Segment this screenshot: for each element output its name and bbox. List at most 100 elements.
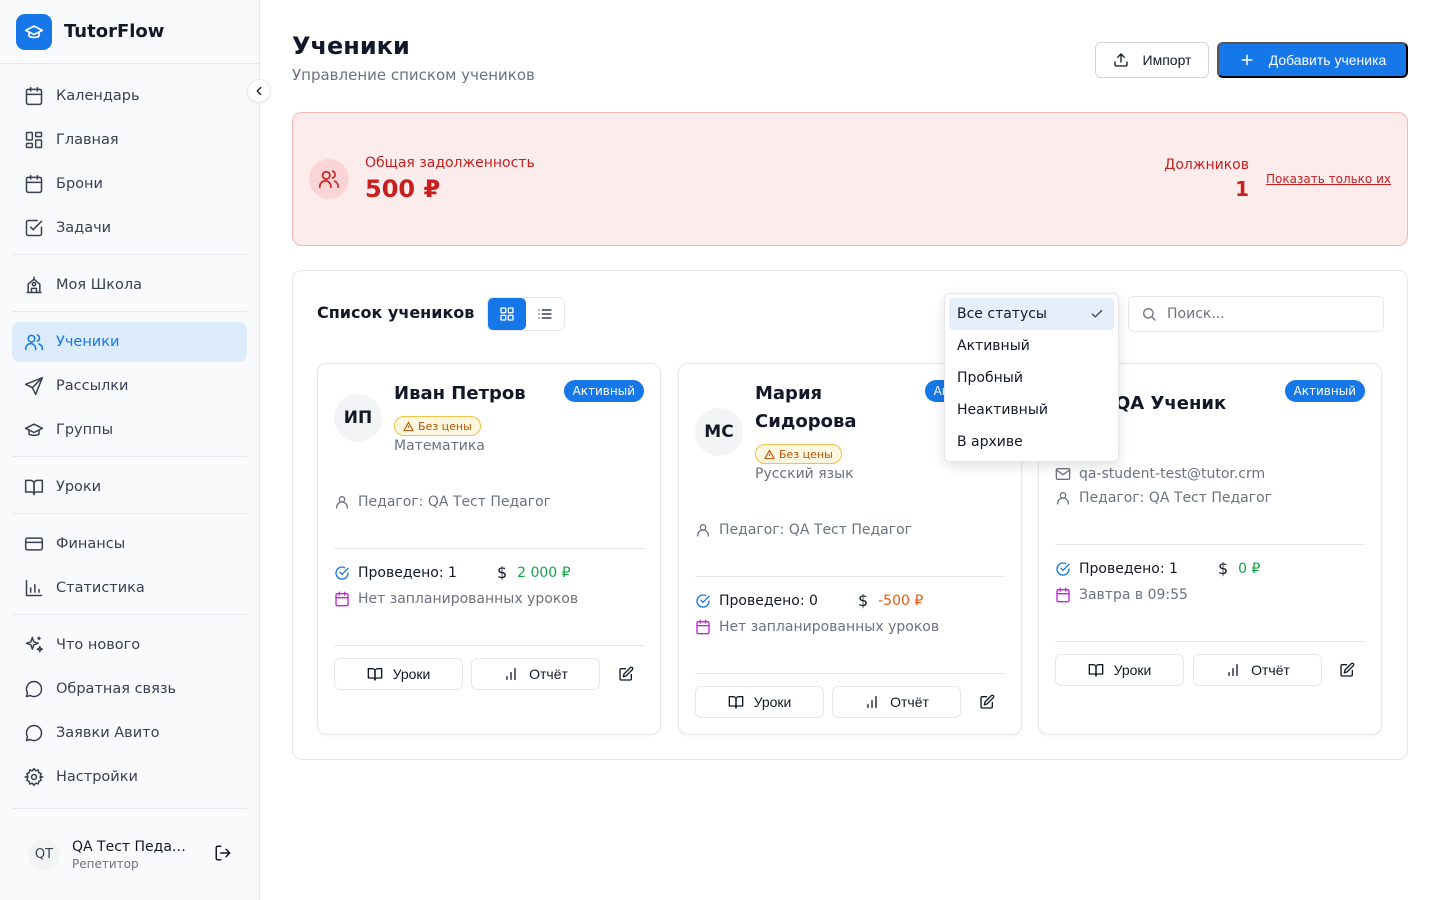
nav-group: Ученики Рассылки Группы bbox=[12, 312, 247, 457]
sidebar-item-label: Рассылки bbox=[56, 378, 129, 394]
book-icon bbox=[1088, 664, 1103, 677]
sidebar-item-settings[interactable]: Настройки bbox=[12, 757, 247, 797]
sidebar-item-label: Статистика bbox=[56, 580, 145, 596]
sidebar-item-feedback[interactable]: Обратная связь bbox=[12, 669, 247, 709]
sidebar-item-finance[interactable]: Финансы bbox=[12, 524, 247, 564]
student-name[interactable]: Мария Сидорова bbox=[755, 380, 915, 436]
add-student-label: Добавить ученика bbox=[1268, 52, 1387, 68]
sidebar-item-home[interactable]: Главная bbox=[12, 120, 247, 160]
teacher-row: Педагог: QA Тест Педагог bbox=[334, 494, 551, 510]
calendar-icon bbox=[1056, 587, 1070, 603]
report-button[interactable]: Отчёт bbox=[471, 658, 600, 690]
status-option-inactive[interactable]: Неактивный bbox=[949, 394, 1114, 426]
bar-chart-icon bbox=[506, 668, 516, 680]
users-icon bbox=[24, 334, 44, 351]
list-title: Список учеников bbox=[317, 303, 475, 322]
sidebar-item-calendar[interactable]: Календарь bbox=[12, 76, 247, 116]
page-subtitle: Управление списком учеников bbox=[292, 66, 535, 84]
lessons-button[interactable]: Уроки bbox=[695, 686, 824, 718]
next-lesson: Нет запланированных уроков bbox=[358, 591, 579, 607]
search-box bbox=[1128, 296, 1384, 332]
status-option-all[interactable]: Все статусы bbox=[949, 298, 1114, 330]
edit-icon[interactable] bbox=[616, 664, 636, 684]
send-icon bbox=[24, 376, 44, 396]
sidebar-item-label: Заявки Авито bbox=[56, 725, 160, 741]
list-icon bbox=[538, 309, 552, 319]
lessons-button[interactable]: Уроки bbox=[1055, 654, 1184, 686]
sidebar-item-label: Ученики bbox=[56, 334, 120, 350]
option-label: В архиве bbox=[957, 434, 1023, 450]
avatar: МС bbox=[695, 408, 743, 456]
user-profile[interactable]: QT QA Тест Педагог Репетитор bbox=[12, 808, 247, 900]
user-info: QA Тест Педагог Репетитор bbox=[72, 839, 192, 871]
dollar-icon: $ bbox=[1217, 559, 1229, 578]
next-lesson: Нет запланированных уроков bbox=[719, 619, 940, 635]
show-debtors-only-link[interactable]: Показать только их bbox=[1266, 172, 1391, 186]
book-icon bbox=[728, 696, 743, 709]
page-title: Ученики bbox=[292, 32, 410, 60]
add-student-button[interactable]: Добавить ученика bbox=[1217, 42, 1408, 78]
credit-card-icon bbox=[24, 537, 44, 551]
no-price-label: Без цены bbox=[779, 447, 833, 461]
import-button[interactable]: Импорт bbox=[1095, 42, 1209, 78]
status-option-trial[interactable]: Пробный bbox=[949, 362, 1114, 394]
bar-chart-icon bbox=[867, 696, 877, 708]
graduation-cap-icon bbox=[16, 13, 52, 50]
calendar-icon bbox=[696, 619, 710, 635]
next-lesson-row: Завтра в 09:55 bbox=[1055, 587, 1188, 603]
bar-chart-icon bbox=[1228, 664, 1238, 676]
student-name[interactable]: QA Ученик bbox=[1115, 390, 1226, 418]
lessons-button[interactable]: Уроки bbox=[334, 658, 463, 690]
divider bbox=[1055, 544, 1365, 545]
status-badge: Активный bbox=[563, 380, 644, 402]
grid-icon bbox=[500, 307, 514, 321]
sidebar-item-tasks[interactable]: Задачи bbox=[12, 208, 247, 248]
sidebar-item-students[interactable]: Ученики bbox=[12, 322, 247, 362]
status-option-active[interactable]: Активный bbox=[949, 330, 1114, 362]
sidebar-item-label: Моя Школа bbox=[56, 277, 143, 293]
conducted-count: Проведено: 1 bbox=[1079, 560, 1178, 577]
warning-icon bbox=[764, 449, 775, 459]
search-input[interactable] bbox=[1167, 306, 1367, 322]
no-price-badge: Без цены bbox=[394, 416, 481, 436]
sidebar-item-mailings[interactable]: Рассылки bbox=[12, 366, 247, 406]
chevron-left-icon bbox=[256, 86, 262, 96]
sidebar-item-school[interactable]: Моя Школа bbox=[12, 265, 247, 305]
edit-icon[interactable] bbox=[977, 692, 997, 712]
edit-icon[interactable] bbox=[1337, 660, 1357, 680]
dashboard-icon bbox=[25, 131, 43, 149]
import-label: Импорт bbox=[1142, 52, 1192, 68]
sidebar-item-label: Уроки bbox=[56, 479, 102, 495]
report-label: Отчёт bbox=[529, 666, 568, 682]
balance: $ -500 ₽ bbox=[858, 591, 923, 610]
sidebar-collapse-button[interactable] bbox=[247, 79, 271, 103]
nav-group: Календарь Главная Брони Задачи bbox=[12, 64, 247, 255]
grid-view-button[interactable] bbox=[488, 298, 526, 330]
list-view-button[interactable] bbox=[526, 298, 564, 330]
divider bbox=[1055, 641, 1365, 642]
sidebar-item-groups[interactable]: Группы bbox=[12, 410, 247, 450]
lesson-stats: Проведено: 0 $ -500 ₽ bbox=[695, 591, 923, 610]
report-button[interactable]: Отчёт bbox=[1193, 654, 1322, 686]
sidebar-item-label: Настройки bbox=[56, 769, 138, 785]
status-badge: Активный bbox=[1284, 380, 1365, 402]
sidebar-item-lessons[interactable]: Уроки bbox=[12, 467, 247, 507]
sidebar-item-avito-requests[interactable]: Заявки Авито bbox=[12, 713, 247, 753]
email-row: qa-student-test@tutor.crm bbox=[1055, 466, 1265, 482]
status-option-archived[interactable]: В архиве bbox=[949, 426, 1114, 458]
brand[interactable]: TutorFlow bbox=[0, 0, 259, 64]
teacher-name: Педагог: QA Тест Педагог bbox=[1079, 490, 1273, 506]
sidebar: TutorFlow Календарь Главная Брони Задачи bbox=[0, 0, 260, 900]
sidebar-item-whats-new[interactable]: Что нового bbox=[12, 625, 247, 665]
sidebar-item-bookings[interactable]: Брони bbox=[12, 164, 247, 204]
logout-icon[interactable] bbox=[214, 844, 232, 866]
warning-icon bbox=[403, 421, 414, 431]
report-button[interactable]: Отчёт bbox=[832, 686, 961, 718]
sidebar-item-statistics[interactable]: Статистика bbox=[12, 568, 247, 608]
option-label: Все статусы bbox=[957, 306, 1047, 322]
student-name[interactable]: Иван Петров bbox=[394, 380, 526, 408]
school-icon bbox=[26, 276, 42, 294]
nav-group: Моя Школа bbox=[12, 255, 247, 312]
users-icon bbox=[309, 159, 349, 199]
sidebar-item-label: Брони bbox=[56, 176, 103, 192]
